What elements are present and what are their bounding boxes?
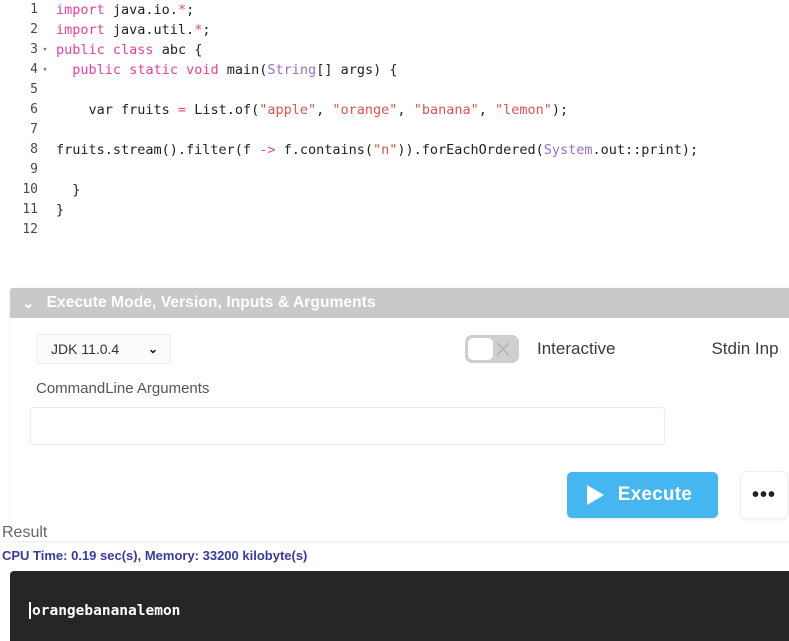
play-icon [586, 485, 604, 505]
code-text: } [56, 202, 65, 218]
chevron-down-icon[interactable]: ⌄ [22, 296, 35, 311]
code-line[interactable]: 6 var fruits = List.of("apple", "orange"… [0, 100, 789, 120]
line-number: 5 [30, 82, 38, 97]
code-line[interactable]: 1 import java.io.*; [0, 0, 789, 20]
jdk-version-select[interactable]: JDK 11.0.4 ⌄ [36, 334, 171, 364]
code-line[interactable]: 9 [0, 160, 789, 180]
code-line[interactable]: 7 [0, 120, 789, 140]
line-number: 12 [22, 222, 38, 237]
line-number: 4 [30, 62, 38, 77]
line-number: 11 [22, 202, 38, 217]
code-line[interactable]: 4 ▾ public static void main(String[] args… [0, 60, 789, 80]
jdk-version-value: JDK 11.0.4 [51, 341, 120, 357]
panel-header[interactable]: ⌄ Execute Mode, Version, Inputs & Argume… [10, 288, 789, 318]
execute-settings-panel: ⌄ Execute Mode, Version, Inputs & Argume… [10, 288, 789, 541]
code-line[interactable]: 10 } [0, 180, 789, 200]
console-output-text: orangebananalemon [32, 603, 181, 619]
execute-button-label: Execute [617, 484, 692, 505]
interactive-toggle[interactable] [465, 335, 519, 363]
code-text: public class abc { [56, 42, 203, 58]
line-number: 6 [30, 102, 38, 117]
interactive-label: Interactive [537, 339, 616, 358]
version-and-mode-row: JDK 11.0.4 ⌄ Interactive Stdin Inp [10, 318, 789, 380]
code-text: var fruits = List.of("apple", "orange", … [56, 102, 569, 118]
code-text: public static void main(String[] args) { [72, 62, 398, 78]
code-line[interactable]: 3 ▾ public class abc { [0, 40, 789, 60]
chevron-down-icon: ⌄ [147, 342, 158, 356]
code-line[interactable]: 8 fruits.stream().filter(f -> f.contains(… [0, 140, 789, 160]
more-options-button[interactable]: ••• [740, 471, 788, 519]
result-section: Result CPU Time: 0.19 sec(s), Memory: 33… [0, 524, 789, 641]
fold-toggle-icon[interactable]: ▾ [38, 40, 52, 60]
execute-button[interactable]: Execute [566, 472, 718, 518]
toggle-knob [468, 338, 493, 360]
code-line[interactable]: 11} [0, 200, 789, 220]
line-number: 8 [30, 142, 38, 157]
code-text: import java.io.*; [56, 2, 195, 18]
result-stats: CPU Time: 0.19 sec(s), Memory: 33200 kil… [2, 548, 308, 563]
code-text: fruits.stream().filter(f -> f.contains("… [56, 142, 699, 158]
line-number: 9 [30, 162, 38, 177]
code-text: import java.util.*; [56, 22, 211, 38]
commandline-arguments-input[interactable] [30, 407, 665, 445]
interactive-toggle-wrap: Interactive Stdin Inp [465, 335, 779, 363]
code-text: } [56, 182, 81, 198]
line-number: 1 [30, 2, 38, 17]
code-line[interactable]: 12 [0, 220, 789, 240]
ellipsis-icon: ••• [751, 484, 776, 506]
line-number: 10 [22, 182, 38, 197]
console-output-panel[interactable]: orangebananalemon [10, 571, 789, 641]
fold-toggle-icon[interactable]: ▾ [38, 60, 52, 80]
line-number: 7 [30, 122, 38, 137]
panel-title: Execute Mode, Version, Inputs & Argument… [46, 294, 376, 311]
close-icon [496, 342, 510, 356]
commandline-arguments-label: CommandLine Arguments [36, 380, 210, 397]
line-number: 3 [30, 42, 38, 57]
stdin-inputs-label: Stdin Inp [711, 339, 779, 358]
code-line[interactable]: 2 import java.util.*; [0, 20, 789, 40]
result-title: Result [2, 524, 48, 541]
code-line[interactable]: 5 [0, 80, 789, 100]
console-cursor [29, 602, 31, 619]
panel-body: JDK 11.0.4 ⌄ Interactive Stdin Inp Comma… [10, 318, 789, 541]
code-editor[interactable]: 1 import java.io.*; 2 import java.util.*; 3 ▾… [0, 0, 789, 262]
line-number: 2 [30, 22, 38, 37]
